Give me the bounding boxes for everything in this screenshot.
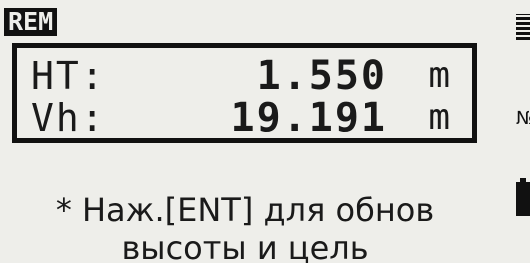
mode-label: REM	[4, 8, 58, 36]
readings-box: HT: 1.550 m Vh: 19.191 m	[12, 43, 477, 143]
reading-label: Vh:	[31, 96, 106, 140]
reading-unit: m	[428, 97, 450, 138]
reading-row-ht: HT: 1.550 m	[17, 54, 472, 98]
hint-text-line-2: высоты и цель	[121, 229, 369, 263]
instrument-screen: REM HT: 1.550 m Vh: 19.191 m * Наж.[ENT]…	[0, 0, 530, 263]
reading-label: HT:	[31, 54, 106, 98]
tilt-icon: №	[516, 108, 530, 129]
reading-row-vh: Vh: 19.191 m	[17, 96, 472, 140]
reading-unit: m	[428, 55, 450, 96]
signal-icon	[516, 14, 530, 40]
reading-value: 1.550	[256, 53, 387, 99]
reading-value: 19.191	[230, 95, 387, 141]
battery-icon	[516, 178, 530, 216]
hint-text-line-1: * Наж.[ENT] для обнов	[55, 191, 435, 229]
